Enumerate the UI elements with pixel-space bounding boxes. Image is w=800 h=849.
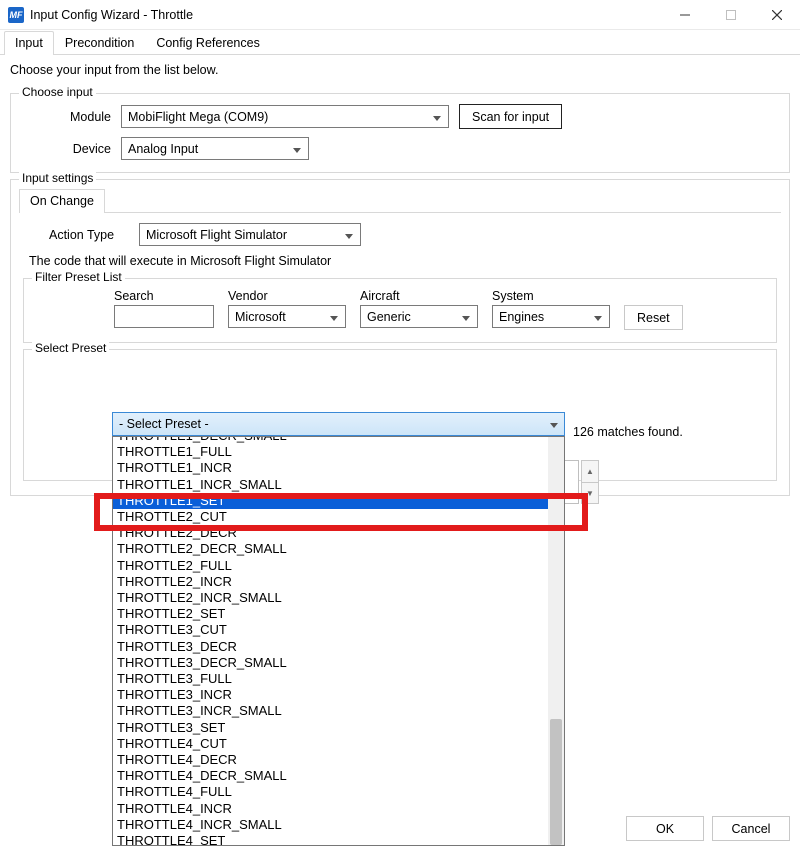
preset-option[interactable]: THROTTLE3_INCR [113,687,548,703]
aircraft-select[interactable]: Generic [360,305,478,328]
chevron-down-icon [329,310,339,324]
preset-select[interactable]: - Select Preset - [112,412,565,436]
preset-option[interactable]: THROTTLE2_FULL [113,558,548,574]
preset-option[interactable]: THROTTLE4_CUT [113,736,548,752]
vendor-label: Vendor [228,289,346,303]
action-type-value: Microsoft Flight Simulator [146,228,287,242]
tab-config-references[interactable]: Config References [145,31,271,55]
window-title: Input Config Wizard - Throttle [30,8,193,22]
preset-option[interactable]: THROTTLE2_DECR_SMALL [113,541,548,557]
module-label: Module [21,110,121,124]
preset-option[interactable]: THROTTLE2_SET [113,606,548,622]
chevron-down-icon [344,228,354,242]
device-select-value: Analog Input [128,142,198,156]
choose-input-legend: Choose input [19,85,96,99]
chevron-down-icon [461,310,471,324]
minimize-button[interactable] [662,0,708,30]
tab-input[interactable]: Input [4,31,54,55]
matches-count: 126 matches found. [573,425,683,439]
tab-on-change[interactable]: On Change [19,189,105,213]
action-type-label: Action Type [49,228,139,242]
preset-option[interactable]: THROTTLE1_INCR [113,460,548,476]
aircraft-value: Generic [367,310,411,324]
device-select[interactable]: Analog Input [121,137,309,160]
preset-option[interactable]: THROTTLE3_CUT [113,622,548,638]
preset-option[interactable]: THROTTLE3_DECR [113,639,548,655]
vendor-select[interactable]: Microsoft [228,305,346,328]
instructions-text: Choose your input from the list below. [0,55,800,87]
preset-option[interactable]: THROTTLE4_DECR_SMALL [113,768,548,784]
preset-dropdown-list: THROTTLE1_DECR_SMALLTHROTTLE1_FULLTHROTT… [112,436,565,846]
preset-option[interactable]: THROTTLE4_INCR [113,801,548,817]
main-tabs: Input Precondition Config References [0,30,800,55]
chevron-down-icon [550,417,558,431]
system-label: System [492,289,610,303]
ok-button[interactable]: OK [626,816,704,841]
system-value: Engines [499,310,544,324]
spinner-up-icon[interactable]: ▲ [581,460,599,482]
reset-button[interactable]: Reset [624,305,683,330]
preset-code-spinner[interactable]: ▲ ▼ [581,460,599,504]
preset-option[interactable]: THROTTLE4_DECR [113,752,548,768]
select-preset-legend: Select Preset [32,341,109,355]
preset-option[interactable]: THROTTLE1_DECR_SMALL [113,437,548,444]
preset-option[interactable]: THROTTLE1_INCR_SMALL [113,477,548,493]
chevron-down-icon [292,142,302,156]
chevron-down-icon [432,110,442,124]
scan-for-input-button[interactable]: Scan for input [459,104,562,129]
cancel-button[interactable]: Cancel [712,816,790,841]
vendor-value: Microsoft [235,310,286,324]
search-input[interactable] [114,305,214,328]
titlebar: MF Input Config Wizard - Throttle [0,0,800,30]
preset-option[interactable]: THROTTLE2_CUT [113,509,548,525]
input-settings-legend: Input settings [19,171,96,185]
preset-option[interactable]: THROTTLE4_FULL [113,784,548,800]
preset-list-scrollbar-thumb[interactable] [550,719,562,845]
spinner-down-icon[interactable]: ▼ [581,482,599,504]
dialog-footer: OK Cancel [626,816,790,841]
app-icon: MF [8,7,24,23]
action-type-select[interactable]: Microsoft Flight Simulator [139,223,361,246]
chevron-down-icon [593,310,603,324]
preset-option[interactable]: THROTTLE1_FULL [113,444,548,460]
module-select-value: MobiFlight Mega (COM9) [128,110,268,124]
code-description: The code that will execute in Microsoft … [29,254,781,268]
search-label: Search [114,289,214,303]
preset-option[interactable]: THROTTLE2_INCR [113,574,548,590]
preset-option[interactable]: THROTTLE4_SET [113,833,548,845]
preset-option[interactable]: THROTTLE2_DECR [113,525,548,541]
preset-select-value: - Select Preset - [119,417,209,431]
tab-precondition[interactable]: Precondition [54,31,146,55]
preset-option[interactable]: THROTTLE3_SET [113,720,548,736]
device-label: Device [21,142,121,156]
maximize-button[interactable] [708,0,754,30]
choose-input-group: Choose input Module MobiFlight Mega (COM… [10,93,790,173]
preset-option[interactable]: THROTTLE1_SET [113,493,548,509]
filter-preset-legend: Filter Preset List [32,270,125,284]
preset-option[interactable]: THROTTLE3_INCR_SMALL [113,703,548,719]
preset-list-scrollbar[interactable] [548,437,564,845]
module-select[interactable]: MobiFlight Mega (COM9) [121,105,449,128]
filter-preset-group: Filter Preset List Search Vendor Microso… [23,278,777,343]
close-button[interactable] [754,0,800,30]
input-settings-tabs: On Change [19,188,781,213]
system-select[interactable]: Engines [492,305,610,328]
preset-option[interactable]: THROTTLE2_INCR_SMALL [113,590,548,606]
preset-items: THROTTLE1_DECR_SMALLTHROTTLE1_FULLTHROTT… [113,437,548,845]
aircraft-label: Aircraft [360,289,478,303]
preset-option[interactable]: THROTTLE3_FULL [113,671,548,687]
preset-option[interactable]: THROTTLE3_DECR_SMALL [113,655,548,671]
preset-option[interactable]: THROTTLE4_INCR_SMALL [113,817,548,833]
